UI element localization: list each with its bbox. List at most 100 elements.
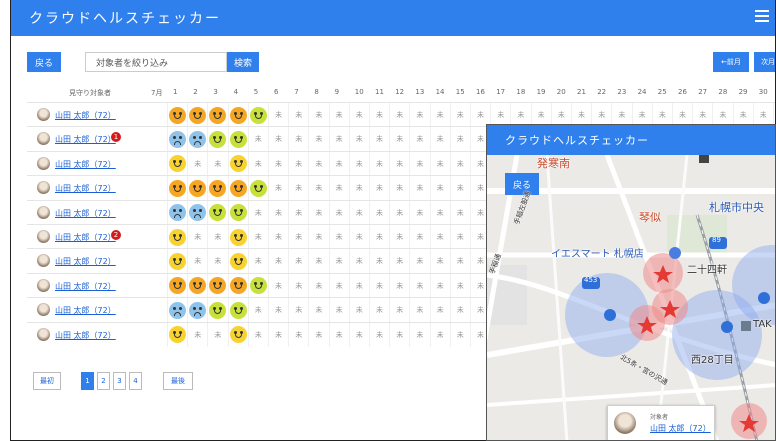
day-cell[interactable] — [207, 298, 227, 323]
day-cell[interactable]: 未 — [409, 151, 429, 176]
day-cell[interactable] — [247, 103, 268, 127]
back-button[interactable]: 戻る — [27, 52, 61, 72]
day-cell[interactable]: 未 — [429, 249, 450, 274]
day-cell[interactable] — [167, 127, 187, 152]
day-cell[interactable] — [207, 273, 227, 298]
day-cell[interactable] — [167, 249, 187, 274]
day-cell[interactable] — [187, 127, 207, 152]
search-input[interactable]: 対象者を絞り込み — [85, 52, 227, 72]
day-cell[interactable]: 未 — [449, 200, 470, 225]
day-cell[interactable]: 未 — [268, 127, 288, 152]
day-cell[interactable]: 未 — [308, 249, 328, 274]
day-cell[interactable]: 未 — [348, 200, 369, 225]
day-cell[interactable] — [227, 200, 248, 225]
day-cell[interactable]: 未 — [288, 127, 308, 152]
day-cell[interactable] — [187, 200, 207, 225]
search-button[interactable]: 検索 — [227, 52, 259, 72]
day-cell[interactable]: 未 — [328, 273, 349, 298]
day-cell[interactable] — [207, 103, 227, 127]
day-cell[interactable]: 未 — [348, 176, 369, 201]
day-cell[interactable]: 未 — [187, 151, 207, 176]
day-cell[interactable]: 未 — [268, 273, 288, 298]
day-cell[interactable]: 未 — [288, 298, 308, 323]
day-cell[interactable] — [167, 200, 187, 225]
day-cell[interactable]: 未 — [429, 322, 450, 347]
day-cell[interactable] — [247, 273, 268, 298]
pager-last-button[interactable]: 最後 — [163, 372, 193, 390]
day-cell[interactable]: 未 — [308, 273, 328, 298]
day-cell[interactable]: 未 — [187, 322, 207, 347]
day-cell[interactable] — [227, 298, 248, 323]
day-cell[interactable] — [187, 176, 207, 201]
day-cell[interactable]: 未 — [429, 273, 450, 298]
day-cell[interactable] — [187, 103, 207, 127]
prev-month-button[interactable]: ←前月 — [713, 52, 749, 72]
day-cell[interactable]: 未 — [328, 225, 349, 249]
day-cell[interactable]: 未 — [429, 151, 450, 176]
day-cell[interactable]: 未 — [449, 298, 470, 323]
day-cell[interactable] — [227, 151, 248, 176]
day-cell[interactable] — [167, 298, 187, 323]
day-cell[interactable]: 未 — [348, 127, 369, 152]
day-cell[interactable]: 未 — [247, 151, 268, 176]
day-cell[interactable]: 未 — [288, 176, 308, 201]
day-cell[interactable]: 未 — [247, 127, 268, 152]
day-cell[interactable]: 未 — [308, 151, 328, 176]
day-cell[interactable] — [227, 249, 248, 274]
person-name-link[interactable]: 山田 太郎（72） — [55, 281, 116, 292]
day-cell[interactable]: 未 — [247, 298, 268, 323]
day-cell[interactable]: 未 — [268, 225, 288, 249]
day-cell[interactable]: 未 — [389, 103, 409, 127]
day-cell[interactable]: 未 — [268, 249, 288, 274]
day-cell[interactable]: 未 — [389, 200, 409, 225]
day-cell[interactable]: 未 — [409, 103, 429, 127]
day-cell[interactable]: 未 — [328, 176, 349, 201]
day-cell[interactable]: 未 — [288, 225, 308, 249]
day-cell[interactable]: 未 — [288, 273, 308, 298]
day-cell[interactable]: 未 — [369, 176, 389, 201]
day-cell[interactable] — [187, 273, 207, 298]
day-cell[interactable]: 未 — [389, 273, 409, 298]
day-cell[interactable]: 未 — [328, 249, 349, 274]
hamburger-menu-icon[interactable] — [755, 10, 769, 22]
day-cell[interactable]: 未 — [409, 127, 429, 152]
day-cell[interactable] — [207, 200, 227, 225]
day-cell[interactable]: 未 — [389, 322, 409, 347]
day-cell[interactable]: 未 — [268, 176, 288, 201]
pager-page-button[interactable]: 2 — [97, 372, 110, 390]
day-cell[interactable] — [227, 225, 248, 249]
day-cell[interactable]: 未 — [409, 225, 429, 249]
day-cell[interactable] — [167, 322, 187, 347]
day-cell[interactable]: 未 — [369, 151, 389, 176]
day-cell[interactable] — [167, 151, 187, 176]
day-cell[interactable]: 未 — [409, 298, 429, 323]
day-cell[interactable]: 未 — [429, 225, 450, 249]
day-cell[interactable]: 未 — [187, 249, 207, 274]
person-name-link[interactable]: 山田 太郎（72） — [55, 256, 116, 267]
day-cell[interactable]: 未 — [449, 103, 470, 127]
day-cell[interactable]: 未 — [389, 151, 409, 176]
day-cell[interactable]: 未 — [369, 200, 389, 225]
day-cell[interactable]: 未 — [389, 298, 409, 323]
day-cell[interactable]: 未 — [207, 249, 227, 274]
next-month-button[interactable]: 次月→ — [754, 52, 775, 72]
day-cell[interactable]: 未 — [288, 103, 308, 127]
day-cell[interactable]: 未 — [268, 103, 288, 127]
day-cell[interactable]: 未 — [348, 322, 369, 347]
day-cell[interactable]: 未 — [308, 103, 328, 127]
person-popup[interactable]: 対象者 山田 太郎（72） — [607, 405, 715, 440]
day-cell[interactable]: 未 — [207, 322, 227, 347]
day-cell[interactable]: 未 — [328, 200, 349, 225]
day-cell[interactable]: 未 — [207, 225, 227, 249]
day-cell[interactable]: 未 — [369, 322, 389, 347]
day-cell[interactable]: 未 — [409, 249, 429, 274]
day-cell[interactable]: 未 — [348, 249, 369, 274]
day-cell[interactable]: 未 — [429, 200, 450, 225]
day-cell[interactable]: 未 — [409, 200, 429, 225]
day-cell[interactable]: 未 — [348, 151, 369, 176]
day-cell[interactable]: 未 — [207, 151, 227, 176]
person-name-link[interactable]: 山田 太郎（72） — [55, 232, 116, 243]
day-cell[interactable]: 未 — [268, 322, 288, 347]
day-cell[interactable]: 未 — [429, 176, 450, 201]
day-cell[interactable] — [227, 322, 248, 347]
